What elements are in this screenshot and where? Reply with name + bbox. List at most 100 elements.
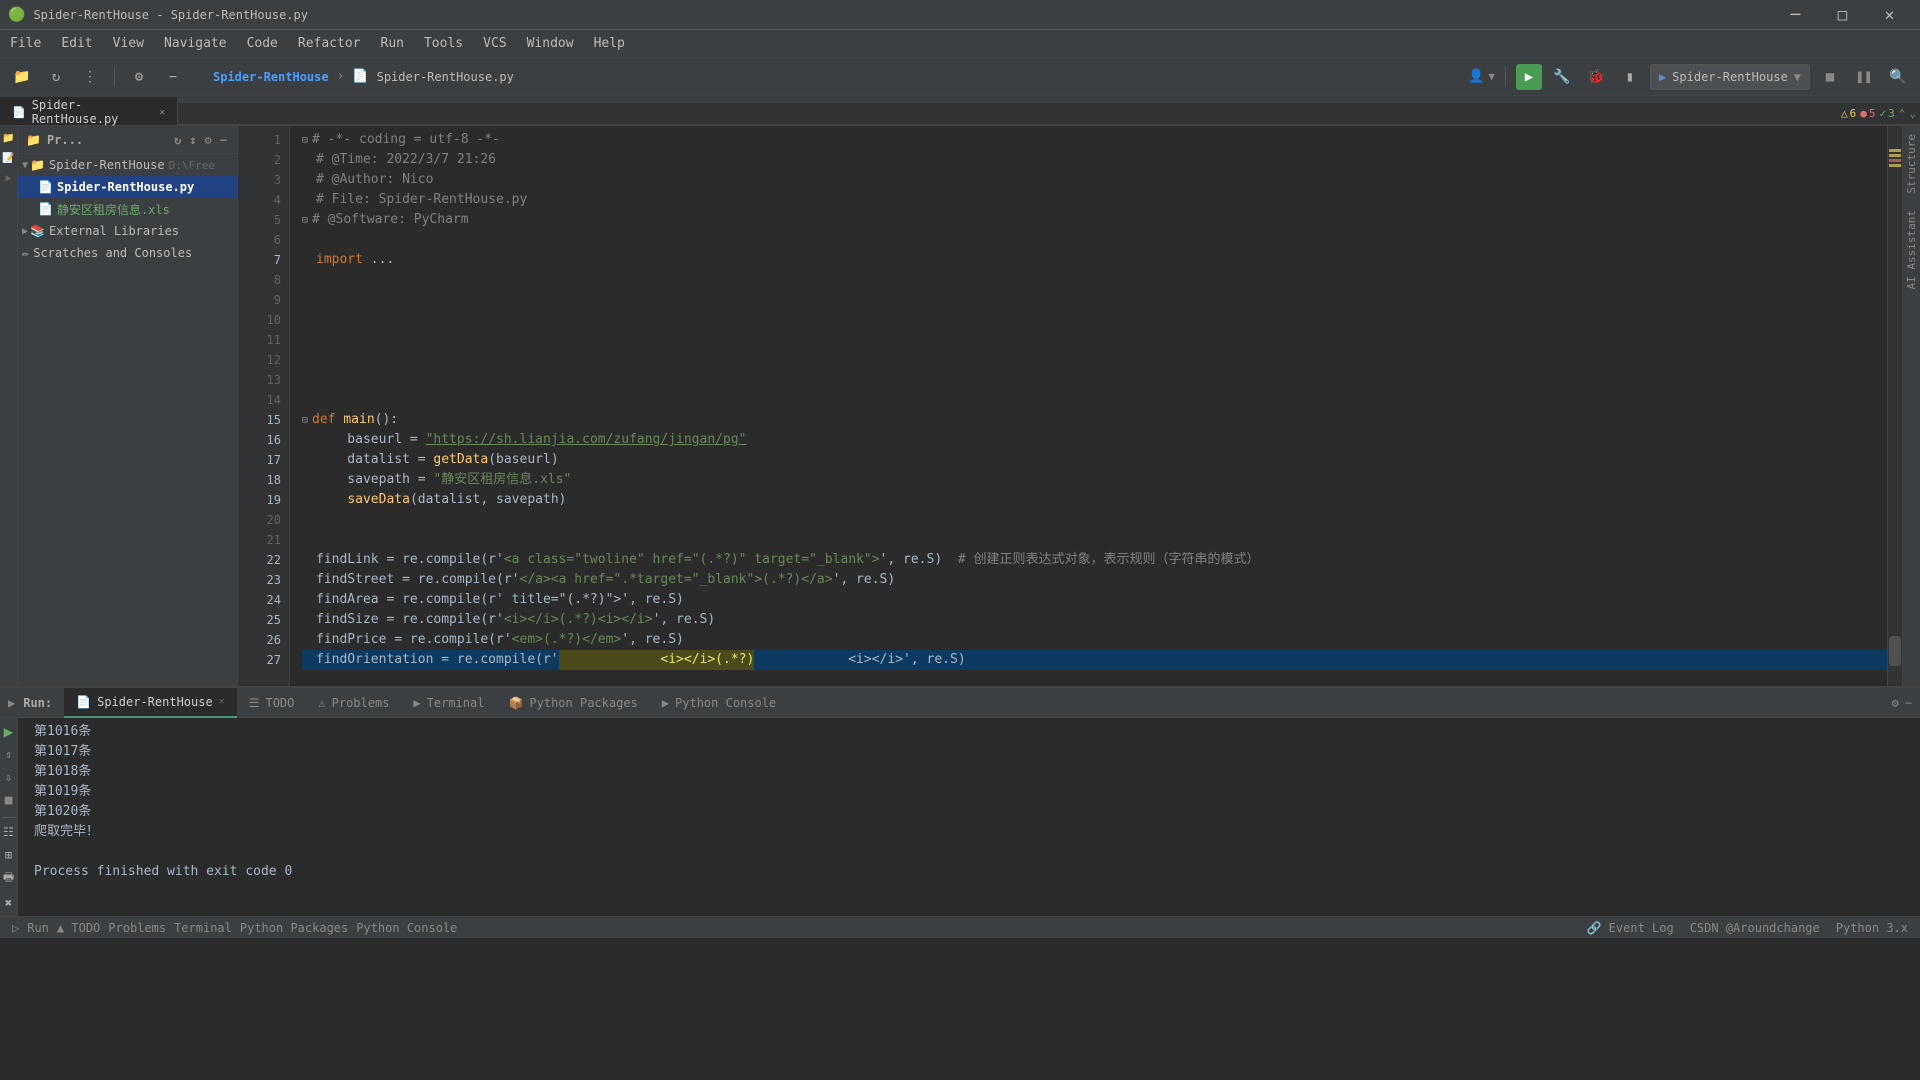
sync-icon[interactable]: ↻ bbox=[172, 131, 183, 149]
project-icon[interactable]: 📁 bbox=[1, 130, 17, 146]
menu-file[interactable]: File bbox=[0, 32, 51, 55]
bottom-tab-terminal[interactable]: ▶ Terminal bbox=[401, 688, 496, 718]
status-bar: ▷ Run ▲ TODO Problems Terminal Python Pa… bbox=[0, 916, 1920, 938]
expand-icon[interactable]: ⌃ bbox=[1899, 107, 1906, 120]
code-line-20 bbox=[302, 510, 1887, 530]
menu-window[interactable]: Window bbox=[517, 32, 584, 55]
console-text-4: 第1019条 bbox=[34, 782, 91, 802]
bottom-tab-problems[interactable]: ⚠ Problems bbox=[306, 688, 401, 718]
code-content[interactable]: ⊟ # -*- coding = utf-8 -*- # @Time: 2022… bbox=[290, 126, 1887, 686]
breadcrumb-sep: › bbox=[337, 69, 345, 84]
ln-22: 22 bbox=[238, 550, 281, 570]
close-button[interactable]: ✕ bbox=[1867, 0, 1912, 30]
collapse-icon[interactable]: ⌄ bbox=[1909, 107, 1916, 120]
ln-14: 14 bbox=[238, 390, 281, 410]
rerun-btn[interactable]: ☷ bbox=[0, 822, 20, 841]
terminal-label: Terminal bbox=[427, 696, 485, 710]
menu-view[interactable]: View bbox=[103, 32, 154, 55]
code-line-2: # @Time: 2022/3/7 21:26 bbox=[302, 150, 1887, 170]
console-line-2: 第1017条 bbox=[34, 742, 1912, 762]
menu-code[interactable]: Code bbox=[237, 32, 288, 55]
bottom-tab-todo[interactable]: ☰ TODO bbox=[237, 688, 307, 718]
console-down-btn[interactable]: ⇩ bbox=[0, 768, 20, 787]
menu-run[interactable]: Run bbox=[371, 32, 414, 55]
ok-icon: ✓ bbox=[1880, 107, 1887, 120]
code-line-17: datalist = getData (baseurl) bbox=[302, 450, 1887, 470]
pause-btn[interactable]: ❚❚ bbox=[1850, 63, 1878, 91]
menu-tools[interactable]: Tools bbox=[414, 32, 473, 55]
settings-btn[interactable]: ⚙ bbox=[125, 63, 153, 91]
collapse-btn[interactable]: ⋮ bbox=[76, 63, 104, 91]
minimize-button[interactable]: ─ bbox=[1773, 0, 1818, 30]
code-line-26: findPrice = re.compile(r' <em>(.*?)</em>… bbox=[302, 630, 1887, 650]
tree-xls-file[interactable]: 📄 静安区租房信息.xls bbox=[18, 198, 237, 220]
bottom-tab-python-packages[interactable]: 📦 Python Packages bbox=[496, 688, 649, 718]
code-line-18: savepath = "静安区租房信息.xls" bbox=[302, 470, 1887, 490]
print-btn[interactable]: 🖶 bbox=[0, 868, 20, 889]
terminal-icon: ▶ bbox=[413, 696, 420, 710]
tree-root[interactable]: ▼ 📁 Spider-RentHouse D:\Free bbox=[18, 154, 237, 176]
console-run-btn[interactable]: ▶ bbox=[0, 722, 20, 741]
menu-vcs[interactable]: VCS bbox=[473, 32, 516, 55]
debug-btn[interactable]: 🐞 bbox=[1582, 63, 1610, 91]
insp-marker-4 bbox=[1889, 164, 1901, 167]
inspect-btn[interactable]: 🔍 bbox=[1884, 63, 1912, 91]
toolbar-separator-1 bbox=[114, 67, 115, 87]
root-label: Spider-RentHouse bbox=[49, 158, 165, 172]
scratch-icon: ✏ bbox=[22, 246, 29, 260]
todo-icon: ☰ bbox=[249, 696, 260, 710]
editor-tab-0[interactable]: 📄 Spider-RentHouse.py ✕ bbox=[0, 97, 178, 125]
insp-marker-1 bbox=[1889, 149, 1901, 152]
bottom-tab-run[interactable]: 📄 Spider-RentHouse ✕ bbox=[64, 688, 237, 718]
bottom-tab-python-console[interactable]: ▶ Python Console bbox=[650, 688, 788, 718]
tree-scratches[interactable]: ✏ Scratches and Consoles bbox=[18, 242, 237, 264]
gear-icon[interactable]: ⚙ bbox=[203, 131, 214, 149]
scrollbar-thumb[interactable] bbox=[1889, 636, 1901, 666]
status-problems-label: ▲ TODO bbox=[57, 921, 100, 935]
bottom-tab-close[interactable]: ✕ bbox=[219, 696, 225, 707]
breadcrumb-file: Spider-RentHouse.py bbox=[377, 70, 514, 84]
stop-btn[interactable]: ■ bbox=[1816, 63, 1844, 91]
project-selector[interactable]: ▶ Spider-RentHouse ▼ bbox=[1650, 64, 1810, 90]
ln-18: 18 bbox=[238, 470, 281, 490]
run-button[interactable]: ▶ bbox=[1516, 64, 1542, 90]
event-log[interactable]: 🔗 Event Log bbox=[1586, 921, 1673, 935]
close-panel-btn[interactable]: − bbox=[159, 63, 187, 91]
code-line-25: findSize = re.compile(r' <i></i>(.*?)<i>… bbox=[302, 610, 1887, 630]
tree-py-file[interactable]: 📄 Spider-RentHouse.py bbox=[18, 176, 237, 198]
ln-3: 3 bbox=[238, 170, 281, 190]
menu-navigate[interactable]: Navigate bbox=[154, 32, 237, 55]
status-py-console-label: Python Console bbox=[356, 921, 457, 935]
console-up-btn[interactable]: ⇧ bbox=[0, 745, 20, 764]
console-text-1: 第1016条 bbox=[34, 722, 91, 742]
close-panel-icon[interactable]: − bbox=[218, 131, 229, 149]
ai-assistant-tab[interactable]: AI Assistant bbox=[1903, 202, 1920, 297]
left-icons: 📁 📝 ▶ bbox=[0, 126, 18, 686]
tree-ext-libs[interactable]: ▶ 📚 External Libraries bbox=[18, 220, 237, 242]
settings-icon-bottom[interactable]: ⚙ bbox=[1892, 696, 1899, 710]
breadcrumb-project: Spider-RentHouse bbox=[213, 70, 329, 84]
code-line-13 bbox=[302, 370, 1887, 390]
root-folder-icon: 📁 bbox=[30, 158, 45, 172]
commit-icon[interactable]: 📝 bbox=[1, 150, 17, 166]
collapse-all-icon[interactable]: ↕ bbox=[187, 131, 198, 149]
console-label: Python Console bbox=[675, 696, 776, 710]
project-toggle-btn[interactable]: 📁 bbox=[8, 63, 36, 91]
structure-tab[interactable]: Structure bbox=[1903, 126, 1920, 202]
menu-help[interactable]: Help bbox=[584, 32, 635, 55]
tab-close-0[interactable]: ✕ bbox=[159, 107, 165, 118]
build-btn[interactable]: 🔧 bbox=[1548, 63, 1576, 91]
maximize-button[interactable]: □ bbox=[1820, 0, 1865, 30]
coverage-btn[interactable]: ▮ bbox=[1616, 63, 1644, 91]
console-text-8: Process finished with exit code 0 bbox=[34, 862, 292, 882]
menu-refactor[interactable]: Refactor bbox=[288, 32, 371, 55]
minimize-icon-bottom[interactable]: − bbox=[1905, 696, 1912, 710]
reload-btn[interactable]: ↻ bbox=[42, 63, 70, 91]
menu-edit[interactable]: Edit bbox=[51, 32, 102, 55]
clear-btn[interactable]: ✖ bbox=[0, 893, 20, 912]
run-icon[interactable]: ▶ bbox=[1, 170, 17, 186]
xls-file-label: 静安区租房信息.xls bbox=[57, 201, 170, 218]
restore-layout-btn[interactable]: ⊞ bbox=[0, 845, 20, 864]
console-stop-btn[interactable]: ■ bbox=[0, 791, 20, 810]
warning-icon: △ bbox=[1841, 107, 1848, 120]
